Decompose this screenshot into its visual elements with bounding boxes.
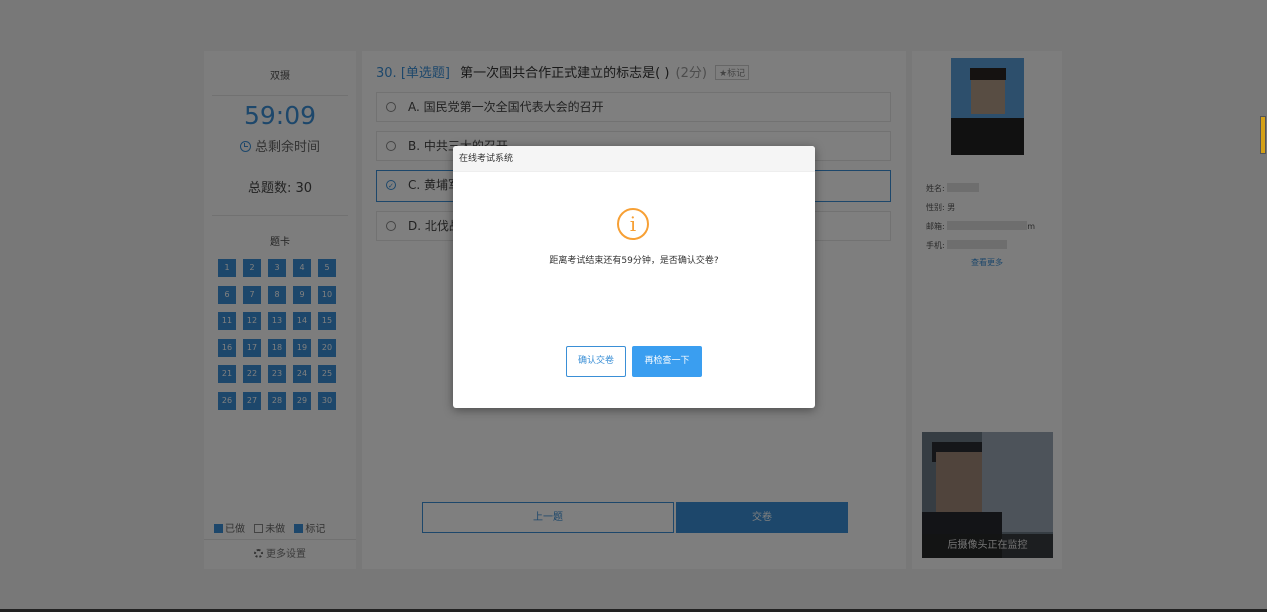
confirm-submit-dialog: 在线考试系统 i 距离考试结束还有59分钟，是否确认交卷? 确认交卷 再检查一下 <box>453 146 815 408</box>
side-widget-handle[interactable] <box>1260 116 1266 154</box>
dialog-message: 距离考试结束还有59分钟，是否确认交卷? <box>549 256 719 266</box>
recheck-button[interactable]: 再检查一下 <box>632 346 702 377</box>
confirm-submit-button[interactable]: 确认交卷 <box>566 346 626 377</box>
dialog-title: 在线考试系统 <box>453 146 815 172</box>
info-icon: i <box>617 208 649 240</box>
